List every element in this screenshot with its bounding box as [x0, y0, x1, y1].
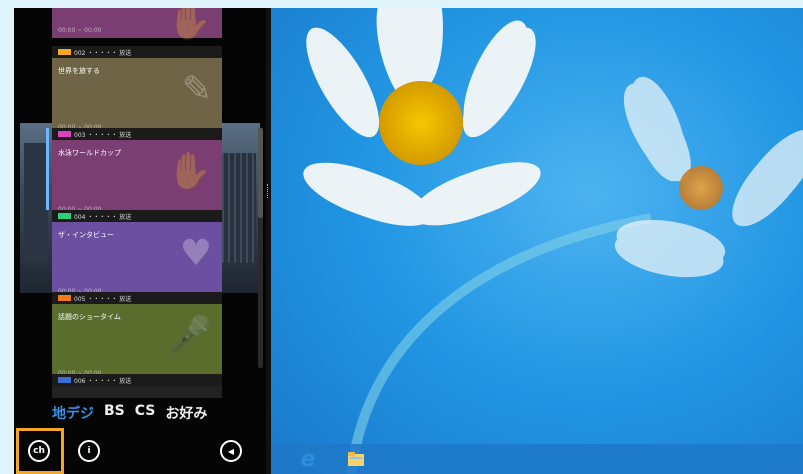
selection-indicator: [46, 128, 49, 210]
channel-color-chip: [58, 213, 71, 219]
tab-cs[interactable]: CS: [135, 403, 156, 423]
channel-button[interactable]: ch: [28, 440, 50, 462]
hand-icon: ✋: [167, 8, 212, 42]
volume-button[interactable]: ◀: [220, 440, 242, 462]
info-button[interactable]: i: [78, 440, 100, 462]
wallpaper-daisy: [303, 8, 803, 474]
channel-label: 005 ・・・・・ 放送: [74, 295, 132, 303]
genre-icon: 🎤: [167, 315, 212, 356]
program-channel-header: 005 ・・・・・ 放送: [52, 292, 222, 304]
channel-label: 002 ・・・・・ 放送: [74, 49, 132, 57]
program-title: ザ・インタビュー: [58, 231, 114, 239]
program-card-body: 世界を旅する00:00 ~ 00:00✎: [52, 58, 222, 136]
program-card-body: 話題のショータイム00:00 ~ 00:00🎤: [52, 304, 222, 382]
program-card[interactable]: 005 ・・・・・ 放送話題のショータイム00:00 ~ 00:00🎤: [52, 292, 222, 382]
tab-terrestrial[interactable]: 地デジ: [52, 403, 94, 423]
genre-icon: ♥: [179, 233, 212, 274]
program-card-body: 水泳ワールドカップ00:00 ~ 00:00✋: [52, 140, 222, 218]
program-card-body: [52, 386, 222, 398]
channel-color-chip: [58, 295, 71, 301]
channel-label: 003 ・・・・・ 放送: [74, 131, 132, 139]
genre-icon: ✎: [181, 69, 212, 110]
channel-color-chip: [58, 49, 71, 55]
internet-explorer-icon[interactable]: e: [297, 447, 319, 472]
channel-label: 004 ・・・・・ 放送: [74, 213, 132, 221]
channel-color-chip: [58, 377, 71, 383]
program-channel-header: 002 ・・・・・ 放送: [52, 46, 222, 58]
channel-color-chip: [58, 131, 71, 137]
tab-favorites[interactable]: お好み: [165, 403, 207, 423]
taskbar: e: [271, 444, 803, 474]
program-channel-header: 003 ・・・・・ 放送: [52, 128, 222, 140]
file-explorer-icon[interactable]: [345, 448, 367, 470]
program-title: 水泳ワールドカップ: [58, 149, 121, 157]
program-card[interactable]: 002 ・・・・・ 放送世界を旅する00:00 ~ 00:00✎: [52, 46, 222, 136]
program-card[interactable]: 004 ・・・・・ 放送ザ・インタビュー00:00 ~ 00:00♥: [52, 210, 222, 300]
program-title: 話題のショータイム: [58, 313, 121, 321]
screen: ✋ 00:00 ~ 00:00 002 ・・・・・ 放送世界を旅する00:00 …: [14, 8, 803, 474]
program-list[interactable]: ✋ 00:00 ~ 00:00 002 ・・・・・ 放送世界を旅する00:00 …: [14, 8, 266, 398]
broadcast-tabs: 地デジ BS CS お好み: [52, 403, 207, 423]
program-card[interactable]: 006 ・・・・・ 放送: [52, 374, 222, 398]
program-channel-header: 006 ・・・・・ 放送: [52, 374, 222, 386]
program-card[interactable]: 003 ・・・・・ 放送水泳ワールドカップ00:00 ~ 00:00✋: [52, 128, 222, 218]
program-title: 世界を旅する: [58, 67, 100, 75]
tv-app-panel: ✋ 00:00 ~ 00:00 002 ・・・・・ 放送世界を旅する00:00 …: [14, 8, 266, 474]
scrollbar-thumb[interactable]: [258, 128, 263, 218]
program-card[interactable]: ✋ 00:00 ~ 00:00: [52, 8, 222, 42]
channel-label: 006 ・・・・・ 放送: [74, 377, 132, 385]
program-card-body: ザ・インタビュー00:00 ~ 00:00♥: [52, 222, 222, 300]
program-channel-header: 004 ・・・・・ 放送: [52, 210, 222, 222]
desktop: e: [271, 8, 803, 474]
scrollbar[interactable]: [258, 128, 263, 368]
genre-icon: ✋: [167, 151, 212, 192]
tab-bs[interactable]: BS: [104, 403, 125, 423]
bottom-bar: ch i ◀: [14, 428, 266, 474]
